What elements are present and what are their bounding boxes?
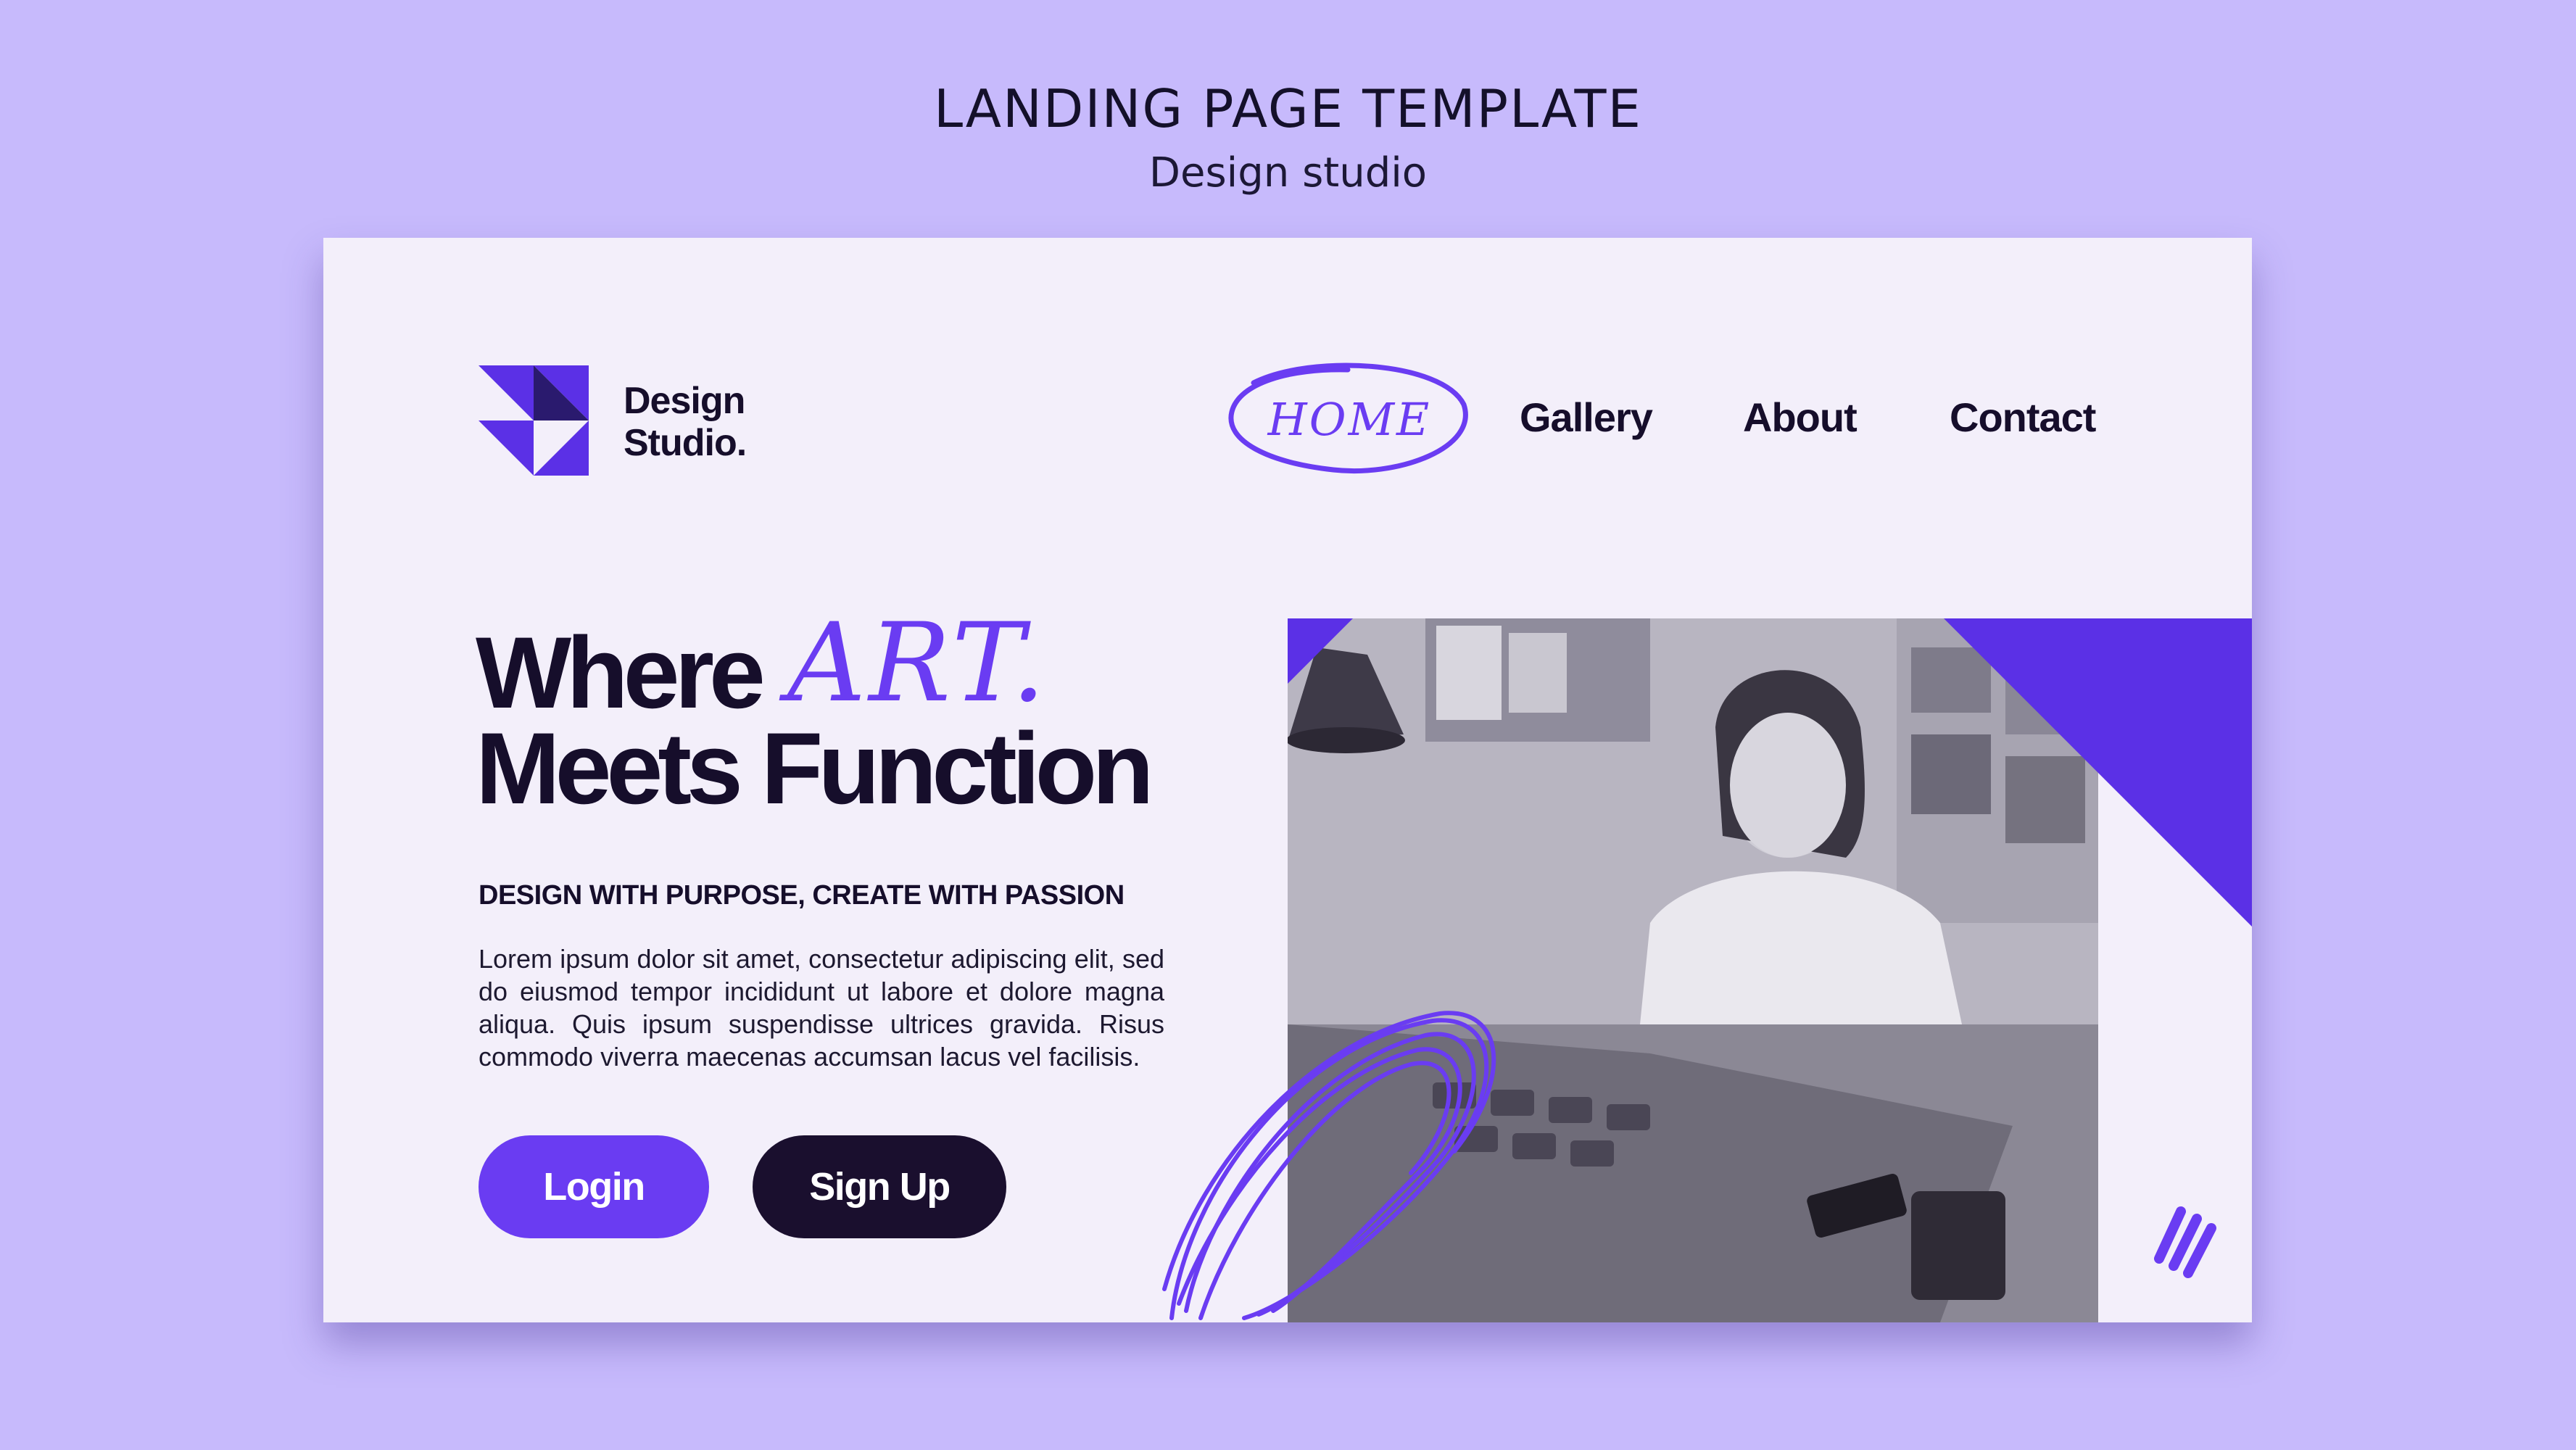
page-header-subtitle: Design studio [1148, 149, 1428, 196]
hero-headline-accent: ART. [787, 600, 1049, 726]
brand-name[interactable]: Design Studio. [624, 380, 747, 464]
signup-button[interactable]: Sign Up [753, 1135, 1006, 1238]
triangles-logo-icon[interactable] [479, 365, 589, 476]
page-header-title: LANDING PAGE TEMPLATE [934, 78, 1642, 139]
brand-name-line1: Design [624, 380, 745, 422]
landing-page-card: Design Studio. HOME Gallery About Contac… [323, 238, 2252, 1322]
hero-headline-line1: Where [476, 616, 766, 729]
nav-item-about[interactable]: About [1743, 394, 1858, 441]
scribble-decoration-icon [1162, 1011, 1496, 1320]
brand-name-line2: Studio. [624, 422, 747, 464]
hero-body-text: Lorem ipsum dolor sit amet, consectetur … [479, 944, 1164, 1072]
nav-item-gallery[interactable]: Gallery [1520, 394, 1653, 441]
hero-headline-line2: Meets Function [476, 711, 1154, 825]
slash-marks-icon [2154, 1206, 2216, 1278]
nav-item-contact[interactable]: Contact [1950, 394, 2096, 441]
login-button[interactable]: Login [479, 1135, 709, 1238]
nav-item-home[interactable]: HOME [1225, 354, 1475, 484]
hero-tagline: DESIGN WITH PURPOSE, CREATE WITH PASSION [479, 880, 1125, 911]
nav-home-label: HOME [1267, 393, 1432, 446]
